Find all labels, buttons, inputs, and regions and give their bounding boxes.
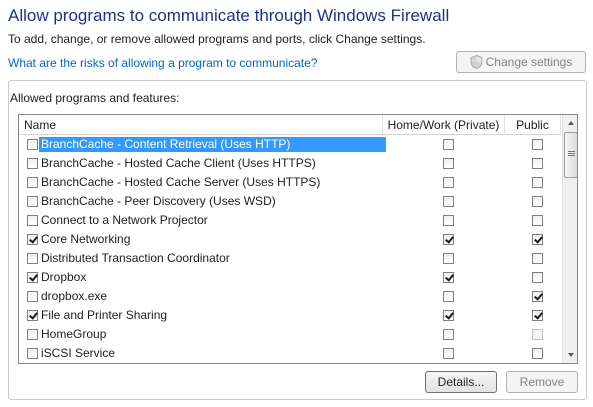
home-work-checkbox[interactable] bbox=[443, 177, 454, 188]
public-checkbox[interactable] bbox=[532, 272, 543, 283]
change-settings-button[interactable]: Change settings bbox=[456, 51, 586, 73]
home-work-checkbox[interactable] bbox=[443, 329, 454, 340]
public-checkbox[interactable] bbox=[532, 139, 543, 150]
enable-program-checkbox[interactable] bbox=[27, 253, 38, 264]
program-name: iSCSI Service bbox=[41, 346, 116, 360]
list-row[interactable]: File and Printer Sharing bbox=[19, 306, 561, 325]
enable-program-checkbox[interactable] bbox=[27, 139, 38, 150]
enable-program-checkbox[interactable] bbox=[27, 215, 38, 226]
program-name: File and Printer Sharing bbox=[41, 308, 168, 322]
column-header-name[interactable]: Name bbox=[19, 115, 383, 135]
home-work-checkbox[interactable] bbox=[443, 310, 454, 321]
change-settings-label: Change settings bbox=[485, 55, 573, 69]
public-checkbox[interactable] bbox=[532, 158, 543, 169]
list-row[interactable]: Dropbox bbox=[19, 268, 561, 287]
remove-button[interactable]: Remove bbox=[506, 371, 578, 393]
home-work-checkbox[interactable] bbox=[443, 291, 454, 302]
public-checkbox[interactable] bbox=[532, 329, 543, 340]
program-name: BranchCache - Hosted Cache Client (Uses … bbox=[41, 156, 316, 170]
public-checkbox[interactable] bbox=[532, 177, 543, 188]
home-work-checkbox[interactable] bbox=[443, 196, 454, 207]
enable-program-checkbox[interactable] bbox=[27, 329, 38, 340]
public-checkbox[interactable] bbox=[532, 234, 543, 245]
list-row[interactable]: dropbox.exe bbox=[19, 287, 561, 306]
program-name: dropbox.exe bbox=[41, 289, 108, 303]
column-header-public[interactable]: Public bbox=[505, 115, 561, 135]
list-row[interactable]: iSCSI Service bbox=[19, 344, 561, 363]
details-button[interactable]: Details... bbox=[425, 371, 497, 393]
program-name: BranchCache - Content Retrieval (Uses HT… bbox=[39, 137, 293, 152]
vertical-scrollbar[interactable] bbox=[562, 115, 577, 363]
list-row[interactable]: BranchCache - Content Retrieval (Uses HT… bbox=[19, 135, 561, 154]
list-row[interactable]: HomeGroup bbox=[19, 325, 561, 344]
program-name: BranchCache - Peer Discovery (Uses WSD) bbox=[41, 194, 276, 208]
list-row[interactable]: Connect to a Network Projector bbox=[19, 211, 561, 230]
public-checkbox[interactable] bbox=[532, 291, 543, 302]
list-row[interactable]: Core Networking bbox=[19, 230, 561, 249]
scrollbar-thumb[interactable] bbox=[564, 132, 577, 178]
risks-help-link[interactable]: What are the risks of allowing a program… bbox=[8, 56, 317, 70]
home-work-checkbox[interactable] bbox=[443, 272, 454, 283]
page-title: Allow programs to communicate through Wi… bbox=[8, 6, 450, 25]
public-checkbox[interactable] bbox=[532, 196, 543, 207]
home-work-checkbox[interactable] bbox=[443, 253, 454, 264]
list-row[interactable]: BranchCache - Hosted Cache Client (Uses … bbox=[19, 154, 561, 173]
list-row[interactable]: BranchCache - Hosted Cache Server (Uses … bbox=[19, 173, 561, 192]
public-checkbox[interactable] bbox=[532, 348, 543, 359]
page-subtitle: To add, change, or remove allowed progra… bbox=[8, 32, 426, 46]
home-work-checkbox[interactable] bbox=[443, 234, 454, 245]
program-name: Distributed Transaction Coordinator bbox=[41, 251, 230, 265]
enable-program-checkbox[interactable] bbox=[27, 234, 38, 245]
allowed-programs-list[interactable]: Name Home/Work (Private) Public BranchCa… bbox=[18, 114, 578, 364]
enable-program-checkbox[interactable] bbox=[27, 196, 38, 207]
list-row[interactable]: Distributed Transaction Coordinator bbox=[19, 249, 561, 268]
program-name: Dropbox bbox=[41, 270, 87, 284]
program-name: Connect to a Network Projector bbox=[41, 213, 208, 227]
home-work-checkbox[interactable] bbox=[443, 139, 454, 150]
allowed-programs-label: Allowed programs and features: bbox=[10, 91, 180, 105]
enable-program-checkbox[interactable] bbox=[27, 348, 38, 359]
column-header-home-work[interactable]: Home/Work (Private) bbox=[383, 115, 505, 135]
home-work-checkbox[interactable] bbox=[443, 158, 454, 169]
list-header: Name Home/Work (Private) Public bbox=[19, 115, 561, 135]
enable-program-checkbox[interactable] bbox=[27, 158, 38, 169]
public-checkbox[interactable] bbox=[532, 310, 543, 321]
program-name: BranchCache - Hosted Cache Server (Uses … bbox=[41, 175, 321, 189]
enable-program-checkbox[interactable] bbox=[27, 177, 38, 188]
list-rows: BranchCache - Content Retrieval (Uses HT… bbox=[19, 135, 561, 363]
enable-program-checkbox[interactable] bbox=[27, 310, 38, 321]
uac-shield-icon bbox=[470, 55, 483, 69]
program-name: HomeGroup bbox=[41, 327, 107, 341]
enable-program-checkbox[interactable] bbox=[27, 272, 38, 283]
home-work-checkbox[interactable] bbox=[443, 348, 454, 359]
home-work-checkbox[interactable] bbox=[443, 215, 454, 226]
scroll-down-arrow-icon[interactable] bbox=[563, 347, 577, 363]
list-row[interactable]: BranchCache - Peer Discovery (Uses WSD) bbox=[19, 192, 561, 211]
enable-program-checkbox[interactable] bbox=[27, 291, 38, 302]
scroll-up-arrow-icon[interactable] bbox=[563, 115, 577, 131]
public-checkbox[interactable] bbox=[532, 215, 543, 226]
program-name: Core Networking bbox=[41, 232, 131, 246]
public-checkbox[interactable] bbox=[532, 253, 543, 264]
